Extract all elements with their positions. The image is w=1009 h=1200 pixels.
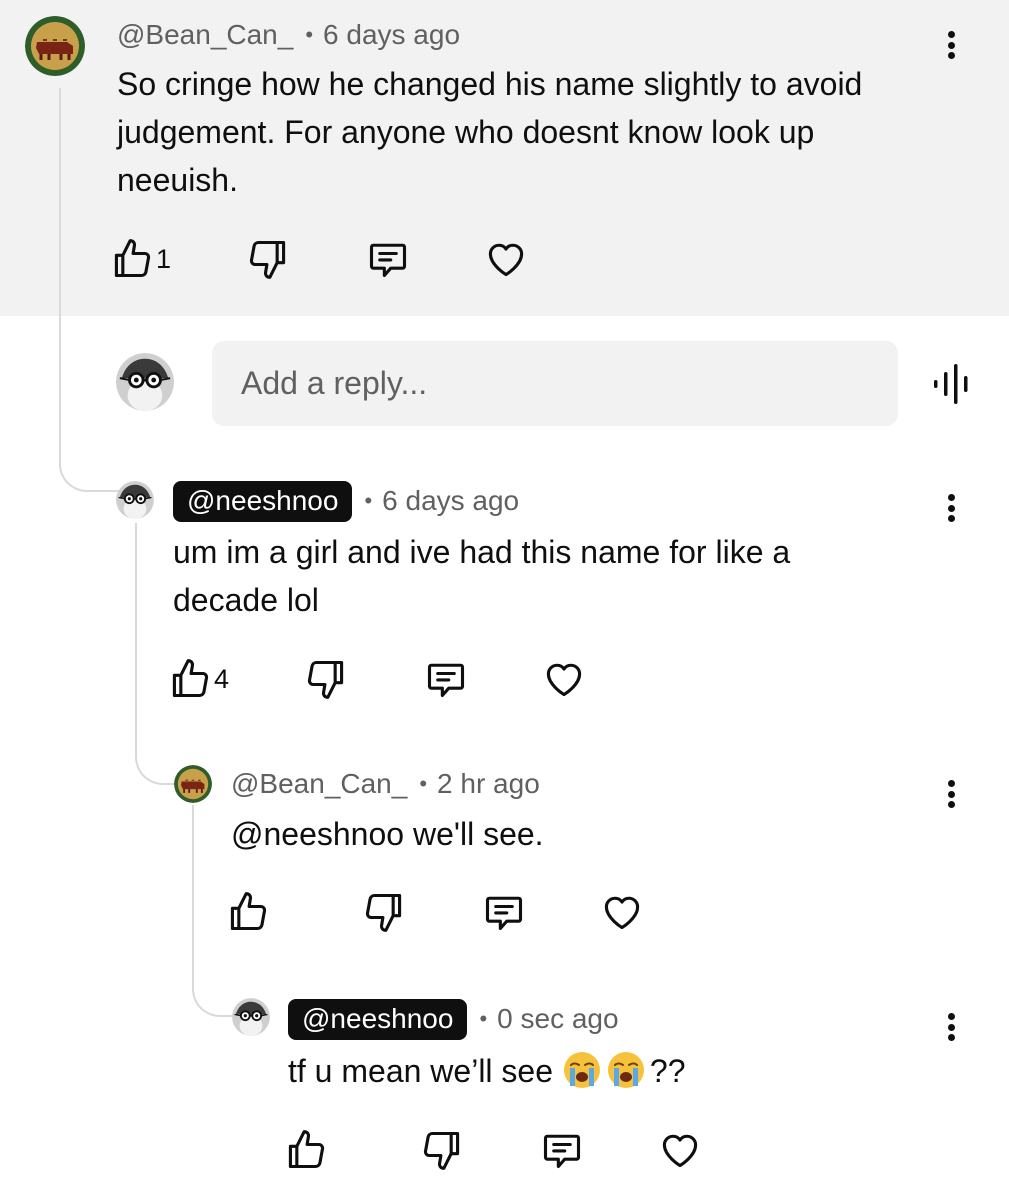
current-user-avatar[interactable] <box>116 353 174 411</box>
more-options-button[interactable] <box>941 776 961 812</box>
more-options-button[interactable] <box>941 1009 961 1045</box>
heart-icon <box>484 237 528 281</box>
avatar[interactable] <box>232 998 270 1036</box>
separator-dot: • <box>419 771 428 796</box>
comment-actions: 4 <box>168 657 608 701</box>
comment-text-line: @neeshnoo we'll see. <box>231 816 544 852</box>
comment-thread: @Bean_Can_ • 6 days ago So cringe how he… <box>0 0 1009 1200</box>
comment-text: um im a girl and ive had this name for l… <box>173 528 953 624</box>
avatar[interactable] <box>25 16 85 76</box>
reply-button[interactable] <box>424 657 468 701</box>
comment-icon <box>424 657 468 701</box>
comment-text-line: judgement. For anyone who doesnt know lo… <box>117 114 815 150</box>
dislike-button[interactable] <box>420 1128 464 1172</box>
avatar-image <box>174 765 212 803</box>
comment-meta: @Bean_Can_ • 6 days ago <box>117 17 460 53</box>
avatar-image <box>116 481 154 519</box>
comment-timestamp[interactable]: 6 days ago <box>323 19 460 51</box>
like-count: 4 <box>214 663 230 694</box>
heart-icon <box>658 1128 702 1172</box>
separator-dot: • <box>305 22 314 47</box>
thumbs-down-icon <box>420 1128 464 1172</box>
thread-connector <box>135 523 175 785</box>
comment-text-line: um im a girl and ive had this name for l… <box>173 534 791 570</box>
voice-search-icon <box>934 364 968 404</box>
like-button[interactable]: 1 <box>110 237 171 281</box>
comment-meta: @neeshnoo • 0 sec ago <box>288 998 619 1040</box>
comment-actions <box>284 1128 724 1172</box>
thumbs-up-icon <box>168 657 212 701</box>
comment-author[interactable]: @Bean_Can_ <box>117 19 293 51</box>
comment-actions <box>226 890 666 934</box>
reply-button[interactable] <box>540 1128 584 1172</box>
like-button[interactable]: 4 <box>168 657 229 701</box>
reply-input[interactable]: Add a reply... <box>212 341 898 426</box>
comment-meta: @Bean_Can_ • 2 hr ago <box>231 766 540 802</box>
reply-button[interactable] <box>482 890 526 934</box>
loudly-crying-face-emoji <box>562 1050 602 1090</box>
heart-button[interactable] <box>600 890 644 934</box>
thumbs-down-icon <box>246 237 290 281</box>
thumbs-down-icon <box>304 657 348 701</box>
thumbs-down-icon <box>362 890 406 934</box>
separator-dot: • <box>364 488 373 513</box>
thumbs-up-icon <box>110 237 154 281</box>
comment-icon <box>366 237 410 281</box>
dislike-button[interactable] <box>246 237 290 281</box>
comment-icon <box>482 890 526 934</box>
more-options-button[interactable] <box>941 27 961 63</box>
comment-author[interactable]: @Bean_Can_ <box>231 768 407 800</box>
thumbs-up-icon <box>226 890 270 934</box>
comment-timestamp[interactable]: 0 sec ago <box>497 1003 618 1035</box>
thread-connector <box>59 88 119 492</box>
dislike-button[interactable] <box>362 890 406 934</box>
heart-button[interactable] <box>542 657 586 701</box>
comment-text-line: decade lol <box>173 582 319 618</box>
avatar-image <box>116 353 174 411</box>
more-vertical-icon <box>947 780 955 787</box>
avatar[interactable] <box>174 765 212 803</box>
heart-icon <box>542 657 586 701</box>
like-button[interactable] <box>284 1128 328 1172</box>
comment-timestamp[interactable]: 6 days ago <box>382 485 519 517</box>
avatar-image <box>232 998 270 1036</box>
comment-actions: 1 <box>110 237 550 281</box>
dislike-button[interactable] <box>304 657 348 701</box>
reply-input-placeholder: Add a reply... <box>241 365 428 401</box>
like-count: 1 <box>156 243 172 274</box>
comment-text-line: So cringe how he changed his name slight… <box>117 66 863 102</box>
more-vertical-icon <box>947 1013 955 1020</box>
comment-text: tf u mean we’ll see ?? <box>288 1047 948 1095</box>
separator-dot: • <box>479 1006 488 1031</box>
voice-input-button[interactable] <box>928 362 976 406</box>
avatar-image <box>25 16 85 76</box>
thumbs-up-icon <box>284 1128 328 1172</box>
comment-text-prefix: tf u mean we’ll see <box>288 1053 562 1089</box>
comment-text-line: neeuish. <box>117 162 238 198</box>
reply-button[interactable] <box>366 237 410 281</box>
avatar[interactable] <box>116 481 154 519</box>
comment-text-suffix: ?? <box>649 1053 686 1089</box>
heart-icon <box>600 890 644 934</box>
more-vertical-icon <box>947 31 955 38</box>
comment-text: @neeshnoo we'll see. <box>231 810 951 858</box>
more-vertical-icon <box>947 494 955 501</box>
comment-meta: @neeshnoo • 6 days ago <box>173 480 519 522</box>
heart-button[interactable] <box>658 1128 702 1172</box>
comment-text: So cringe how he changed his name slight… <box>117 60 967 204</box>
loudly-crying-face-emoji <box>606 1050 646 1090</box>
comment-author-pill[interactable]: @neeshnoo <box>288 998 468 1040</box>
heart-button[interactable] <box>484 237 528 281</box>
comment-timestamp[interactable]: 2 hr ago <box>437 768 540 800</box>
comment-author-pill[interactable]: @neeshnoo <box>173 480 353 522</box>
comment-icon <box>540 1128 584 1172</box>
more-options-button[interactable] <box>941 490 961 526</box>
like-button[interactable] <box>226 890 270 934</box>
